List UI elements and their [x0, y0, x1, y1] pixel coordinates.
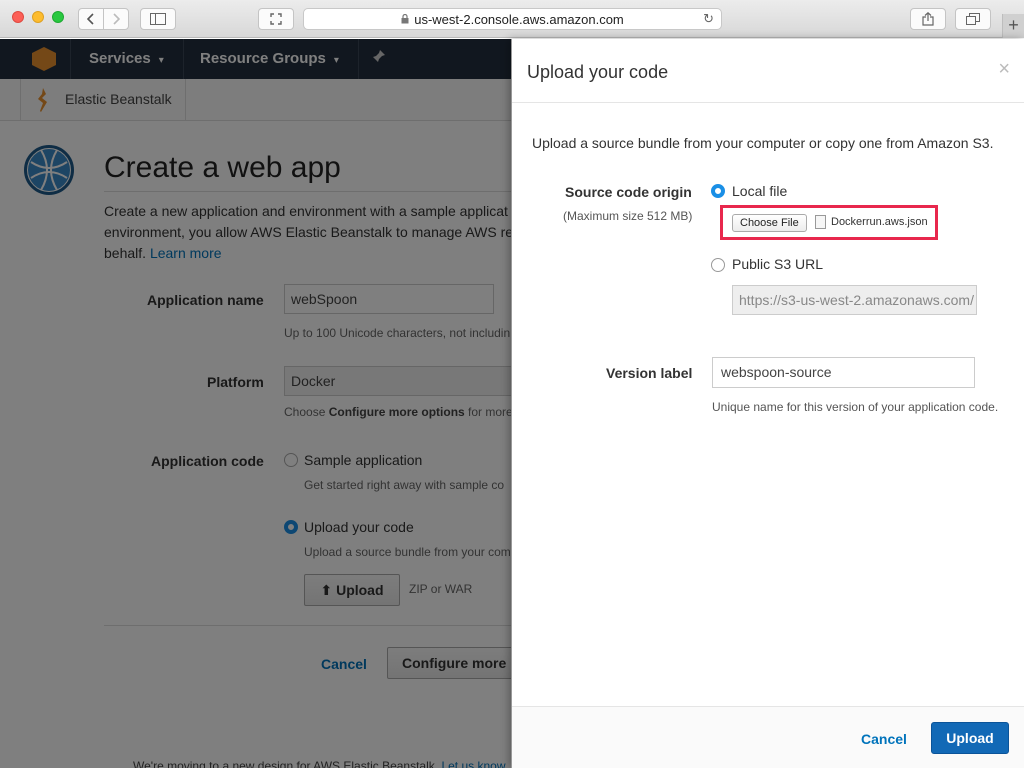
zoom-window-button[interactable] [52, 11, 64, 23]
lock-icon [401, 12, 409, 27]
back-button[interactable] [78, 8, 104, 30]
dialog-intro: Upload a source bundle from your compute… [532, 135, 994, 151]
source-origin-sublabel: (Maximum size 512 MB) [563, 209, 693, 223]
sidebar-icon [150, 13, 166, 25]
dialog-title: Upload your code [527, 62, 669, 82]
browser-toolbar: us-west-2.console.aws.amazon.com ↻ + [0, 0, 1024, 38]
sidebar-toggle-button[interactable] [140, 8, 176, 30]
new-tab-button[interactable]: + [1002, 14, 1024, 38]
file-icon [815, 215, 826, 229]
selected-file-name: Dockerrun.aws.json [831, 216, 928, 228]
share-button[interactable] [910, 8, 946, 30]
upload-code-dialog: Upload your code × Upload a source bundl… [511, 39, 1024, 768]
version-label: Version label [606, 365, 693, 381]
address-bar[interactable]: us-west-2.console.aws.amazon.com ↻ [303, 8, 722, 30]
fullscreen-button[interactable] [258, 8, 294, 30]
close-icon[interactable]: × [998, 58, 1010, 81]
forward-button[interactable] [103, 8, 129, 30]
public-s3-label[interactable]: Public S3 URL [732, 256, 823, 272]
reload-icon[interactable]: ↻ [703, 11, 714, 27]
dialog-footer: Cancel Upload [512, 706, 1024, 768]
close-window-button[interactable] [12, 11, 24, 23]
chevron-left-icon [87, 13, 94, 25]
url-text: us-west-2.console.aws.amazon.com [414, 11, 624, 27]
upload-button[interactable]: Upload [931, 722, 1009, 754]
chevron-right-icon [113, 13, 120, 25]
dialog-header: Upload your code × [512, 39, 1024, 103]
source-origin-label: Source code origin [565, 184, 692, 200]
local-file-radio[interactable] [711, 184, 725, 198]
s3-url-input[interactable]: https://s3-us-west-2.amazonaws.com/ [732, 285, 977, 315]
expand-icon [270, 13, 282, 25]
show-tabs-button[interactable] [955, 8, 991, 30]
cancel-button[interactable]: Cancel [861, 731, 907, 747]
local-file-label[interactable]: Local file [732, 183, 787, 199]
tabs-icon [966, 13, 980, 25]
choose-file-button[interactable]: Choose File [732, 214, 807, 232]
minimize-window-button[interactable] [32, 11, 44, 23]
share-icon [922, 12, 934, 26]
version-label-input[interactable]: webspoon-source [712, 357, 975, 388]
public-s3-radio[interactable] [711, 258, 725, 272]
version-label-help: Unique name for this version of your app… [712, 400, 999, 414]
